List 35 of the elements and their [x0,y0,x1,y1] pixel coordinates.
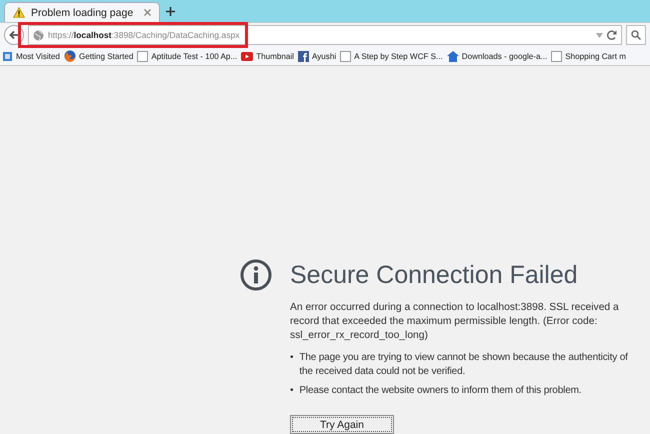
bookmark-link[interactable]: Getting Started [78,52,134,60]
bookmark-link[interactable]: Downloads - google-a... [462,52,548,60]
house-icon [446,50,459,62]
close-icon[interactable] [144,9,151,16]
error-message: An error occurred during a connection to localhost:3898. SSL received a record that exceeded the maximum permissible length. (Error code: ssl_error_rx_record_too_long) [290,301,620,343]
globe-icon [33,30,44,40]
play-icon [241,52,254,60]
bookmark-link[interactable]: Aptitude Test - 100 Ap... [151,52,238,60]
blank-page-icon [340,50,352,62]
address-bar[interactable]: https://localhost:3898/Caching/DataCaching.aspx [28,25,622,45]
page-icon [2,50,13,62]
globe-icon [64,50,76,62]
warning-icon [13,7,25,18]
search-icon [631,30,641,40]
bookmark-link[interactable]: Shopping Cart m [565,52,626,60]
bookmark-link[interactable]: A Step by Step WCF S... [354,52,443,60]
bookmark-link[interactable]: Most Visited [16,52,60,60]
square-icon [298,50,309,62]
browser-tab[interactable]: Problem loading page [4,2,160,22]
url-text: https://localhost:3898/Caching/DataCaching.aspx [48,30,240,40]
try-again-button[interactable]: Try Again [290,415,394,434]
bullet-text: Please contact the website owners to inform them of this problem. [299,384,582,398]
search-button[interactable] [626,25,646,45]
bullet-mark: • [290,384,294,398]
bullet-text: The page you are trying to view cannot be shown because the authenticity of the received data could not be verified. [299,351,629,379]
new-tab-icon[interactable] [166,6,175,16]
blank-page-icon [551,50,562,62]
back-arrow-icon [9,30,19,40]
error-title: Secure Connection Failed [290,260,579,291]
info-icon [240,259,272,291]
reload-icon[interactable] [607,30,617,40]
bookmark-link[interactable]: Ayushi [312,52,336,60]
bookmark-link[interactable]: Thumbnail [256,52,294,60]
blank-page-icon [137,50,148,62]
bullet-mark: • [290,351,294,365]
